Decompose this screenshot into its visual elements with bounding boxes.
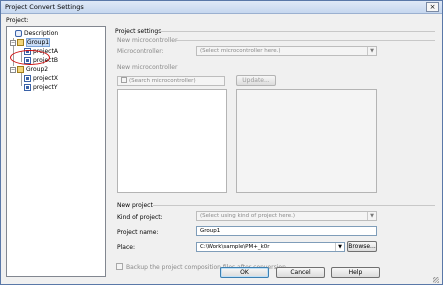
help-button[interactable]: Help — [331, 267, 380, 278]
tree-item-description[interactable]: Description — [15, 30, 58, 38]
resize-grip[interactable] — [433, 277, 439, 283]
search-icon — [121, 77, 127, 83]
cancel-button[interactable]: Cancel — [276, 267, 325, 278]
tree-line — [21, 73, 22, 86]
tree-item-group1[interactable]: Group1 — [17, 38, 51, 47]
microcontroller-select[interactable]: (Select microcontroller here.) ▼ — [196, 46, 377, 56]
group1-highlight-ellipse — [10, 50, 50, 65]
tree-item-group2[interactable]: Group2 — [17, 66, 48, 74]
search-microcontroller-field[interactable]: (Search microcontroller) — [117, 76, 225, 86]
kind-of-project-placeholder: (Select using kind of project here.) — [200, 213, 296, 219]
tree-item-label: projectY — [33, 84, 58, 91]
tree-item-label: projectX — [33, 75, 58, 82]
project-convert-settings-dialog: Project Convert Settings × Project: Desc… — [0, 0, 443, 285]
chevron-down-icon: ▼ — [335, 243, 344, 251]
collapse-group2-toggle[interactable]: − — [10, 67, 16, 73]
tree-item-projectx[interactable]: projectX — [24, 75, 58, 83]
group-icon — [17, 66, 24, 73]
divider — [153, 205, 435, 206]
microcontroller-label: Microcontroller: — [117, 48, 164, 55]
group-icon — [17, 39, 24, 46]
close-button[interactable]: × — [426, 2, 439, 12]
project-icon — [24, 84, 31, 91]
tree-item-label: Group2 — [26, 66, 49, 73]
project-name-label: Project name: — [117, 229, 159, 236]
microcontroller-list[interactable] — [117, 89, 227, 193]
microcontroller-placeholder: (Select microcontroller here.) — [200, 48, 281, 54]
new-microcontroller-group-label: New microcontroller — [117, 37, 178, 44]
place-label: Place: — [117, 244, 135, 251]
kind-of-project-select[interactable]: (Select using kind of project here.) ▼ — [196, 211, 377, 221]
description-icon — [15, 30, 22, 37]
place-select[interactable]: C:\Work\sample\PM+_k0r ▼ — [196, 242, 345, 252]
project-tree-label: Project: — [6, 17, 29, 24]
project-name-input[interactable]: Group1 — [196, 226, 377, 236]
tree-item-label: Group1 — [26, 38, 51, 47]
divider — [173, 40, 435, 41]
new-project-group-label: New project — [117, 202, 153, 209]
divider — [159, 31, 435, 32]
ok-button[interactable]: OK — [220, 267, 269, 278]
chevron-down-icon: ▼ — [367, 212, 376, 220]
search-placeholder: (Search microcontroller) — [129, 78, 196, 84]
kind-of-project-label: Kind of project: — [117, 214, 163, 221]
tree-item-label: Description — [24, 30, 59, 37]
new-microcontroller-list-label: New microcontroller — [117, 64, 178, 71]
backup-checkbox[interactable] — [116, 263, 123, 270]
microcontroller-details — [236, 89, 377, 193]
collapse-group1-toggle[interactable]: − — [10, 40, 16, 46]
title-bar: Project Convert Settings × — [1, 1, 442, 14]
project-icon — [24, 75, 31, 82]
dialog-client: Project: Description − Group1 projectA p… — [3, 15, 440, 284]
project-settings-panel: Project settings New microcontroller Mic… — [111, 26, 439, 278]
place-value: C:\Work\sample\PM+_k0r — [200, 244, 270, 250]
project-settings-header: Project settings — [115, 28, 162, 35]
window-title: Project Convert Settings — [5, 3, 84, 11]
update-button[interactable]: Update... — [236, 75, 276, 86]
chevron-down-icon: ▼ — [367, 47, 376, 55]
browse-button[interactable]: Browse... — [347, 241, 377, 252]
tree-item-projecty[interactable]: projectY — [24, 84, 58, 92]
